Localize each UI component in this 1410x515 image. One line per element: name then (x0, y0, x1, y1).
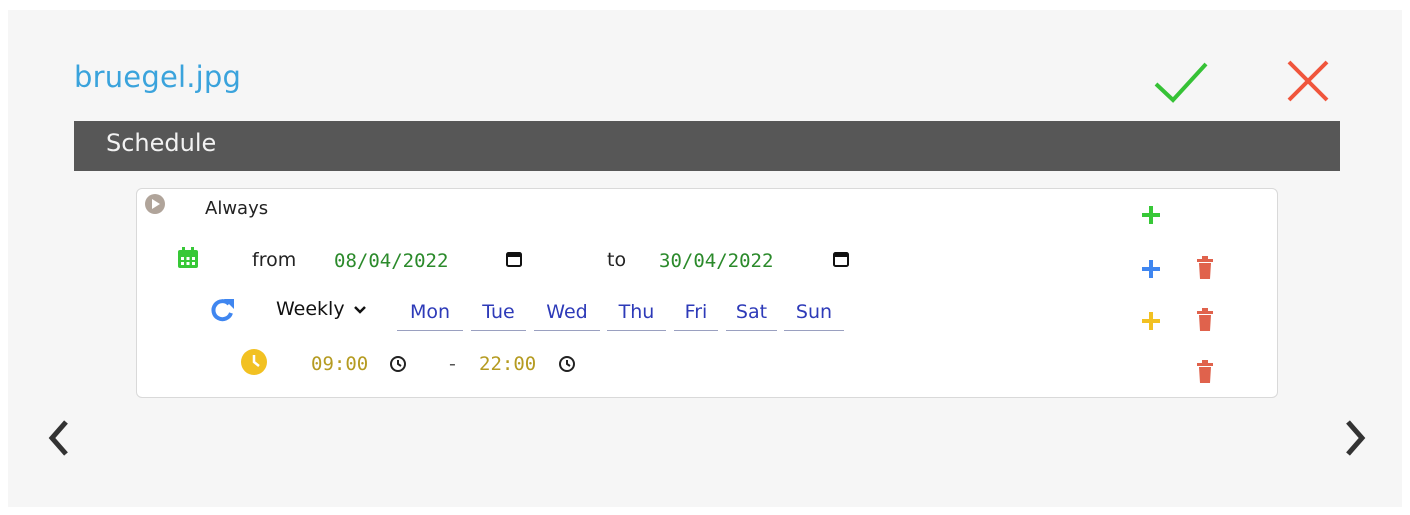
day-sun[interactable]: Sun (784, 298, 844, 331)
cancel-button[interactable] (1284, 58, 1332, 104)
next-arrow-icon[interactable] (1340, 418, 1370, 458)
add-recurrence-button[interactable] (1140, 258, 1162, 280)
day-tue[interactable]: Tue (471, 298, 526, 331)
schedule-header: Schedule (74, 121, 1340, 171)
schedule-card (136, 188, 1278, 398)
previous-arrow-icon[interactable] (44, 418, 74, 458)
add-date-range-button[interactable] (1140, 204, 1162, 226)
play-icon[interactable] (144, 193, 166, 215)
start-time-picker-icon[interactable] (389, 355, 407, 373)
close-icon (1287, 60, 1329, 102)
add-time-range-button[interactable] (1140, 310, 1162, 332)
from-label: from (252, 249, 297, 271)
confirm-button[interactable] (1153, 60, 1209, 104)
to-calendar-picker-icon[interactable] (832, 250, 850, 268)
schedule-title: Schedule (106, 129, 217, 157)
day-wed[interactable]: Wed (534, 298, 600, 331)
to-label: to (607, 249, 627, 271)
file-title: bruegel.jpg (74, 60, 242, 94)
day-sat[interactable]: Sat (726, 298, 777, 331)
end-time-picker-icon[interactable] (558, 355, 576, 373)
delete-time-range-button[interactable] (1195, 360, 1215, 384)
day-fri[interactable]: Fri (674, 298, 718, 331)
chevron-down-icon (353, 306, 366, 314)
day-mon[interactable]: Mon (397, 298, 463, 331)
frequency-select[interactable]: Weekly (276, 298, 367, 320)
from-date-input[interactable]: 08/04/2022 (334, 250, 448, 272)
always-label: Always (205, 198, 269, 219)
to-date-input[interactable]: 30/04/2022 (659, 250, 773, 272)
calendar-icon (178, 247, 198, 268)
checkmark-icon (1154, 62, 1208, 103)
frequency-value: Weekly (276, 298, 345, 320)
from-calendar-picker-icon[interactable] (505, 250, 523, 268)
repeat-icon (211, 299, 234, 322)
end-time-input[interactable]: 22:00 (479, 353, 536, 375)
delete-date-range-button[interactable] (1195, 256, 1215, 280)
start-time-input[interactable]: 09:00 (311, 353, 368, 375)
day-thu[interactable]: Thu (607, 298, 666, 331)
delete-recurrence-button[interactable] (1195, 308, 1215, 332)
clock-icon (241, 349, 267, 375)
time-separator: - (449, 353, 456, 375)
